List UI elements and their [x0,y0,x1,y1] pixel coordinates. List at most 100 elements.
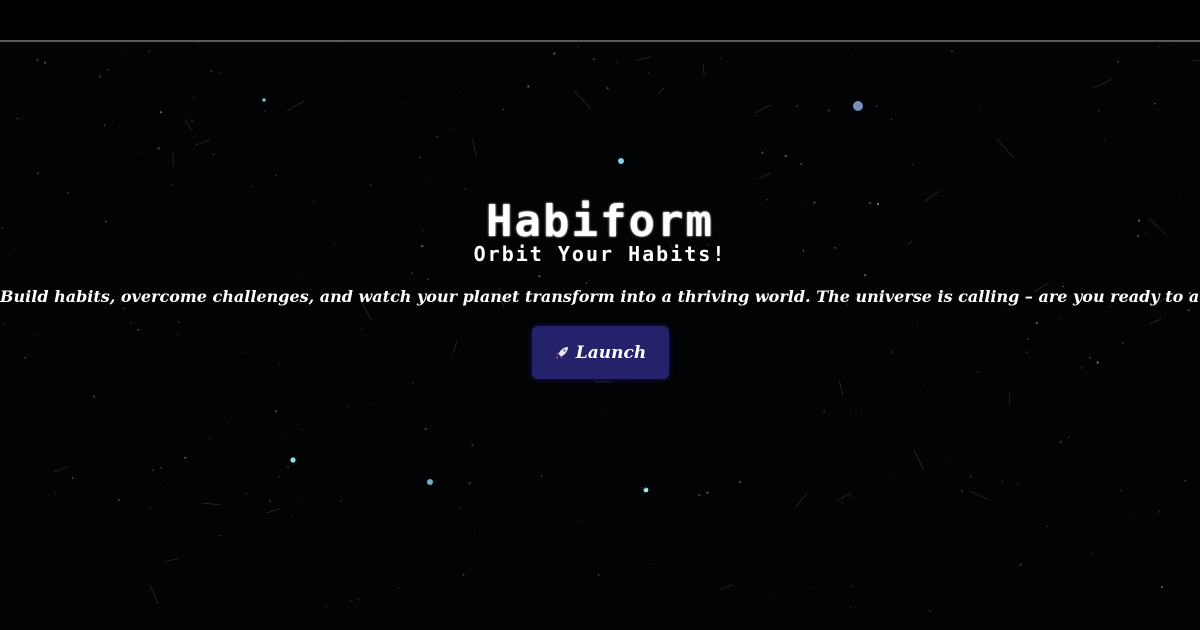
constellation-line [838,380,844,396]
star [627,382,628,384]
star [349,133,351,135]
bright-star [262,98,266,102]
star [159,111,163,114]
launch-button-label: Launch [575,342,647,363]
star [532,603,534,605]
star [910,425,912,427]
star [823,410,826,413]
constellation-line [1093,78,1113,89]
star [99,81,100,83]
star [112,120,114,121]
star [281,436,283,438]
star [920,390,922,392]
star [250,186,252,188]
constellation-line [287,100,306,112]
star [717,103,719,105]
star [1031,515,1033,517]
star [301,500,303,502]
star [151,469,154,472]
star [369,183,372,186]
top-bar [0,0,1200,42]
star [1158,510,1161,513]
star [43,61,47,64]
star [157,147,160,150]
star [1019,563,1022,566]
star [506,407,508,409]
star [606,87,609,90]
star [811,588,813,589]
star [174,613,176,615]
star [435,403,436,404]
star [307,405,309,407]
star [455,94,457,96]
star [929,610,931,613]
star [849,606,852,609]
constellation-line [184,119,192,131]
star [339,42,342,43]
star [1068,436,1070,438]
star [601,413,602,415]
star [1128,130,1130,132]
star [351,114,353,116]
star [16,117,19,119]
star [720,57,722,60]
star [191,119,194,122]
constellation-line [202,502,221,505]
star [979,106,981,108]
star [199,128,201,130]
star [245,492,248,495]
star [1183,479,1187,482]
star [459,506,461,508]
star [1001,480,1004,483]
star [739,481,741,483]
star [426,176,428,178]
star [124,50,126,52]
star [1046,525,1048,527]
star [36,58,39,61]
star [1097,109,1100,112]
star [263,111,265,113]
star [71,477,74,479]
constellation-line [755,104,771,114]
launch-button[interactable]: Launch [531,326,669,379]
star [849,387,850,389]
star [1017,482,1019,485]
star [1160,585,1164,589]
constellation-line [1192,59,1200,62]
rocket-icon [555,346,568,359]
app-title: Habiform [486,196,714,247]
star [597,574,600,576]
star [447,450,449,453]
star [1188,428,1190,430]
constellation-line [702,63,705,76]
star [647,72,650,74]
star [784,155,787,158]
star [727,429,728,431]
star [436,135,439,138]
star [610,622,612,624]
star [527,85,530,88]
star [103,124,106,126]
star [36,172,39,175]
star [1131,93,1133,96]
star [209,437,212,439]
star [530,49,532,51]
star [627,613,629,615]
constellation-line [657,87,665,95]
star [141,153,143,155]
star [616,62,618,64]
star [166,137,168,139]
star [960,489,963,492]
star [761,151,764,154]
star [502,108,504,111]
star [55,492,57,494]
star [474,529,475,531]
star [371,403,373,405]
constellation-line [637,56,652,61]
star [226,422,228,425]
star [890,478,892,480]
star [184,456,187,459]
star [340,500,343,503]
star [1197,49,1199,51]
star [664,55,667,57]
